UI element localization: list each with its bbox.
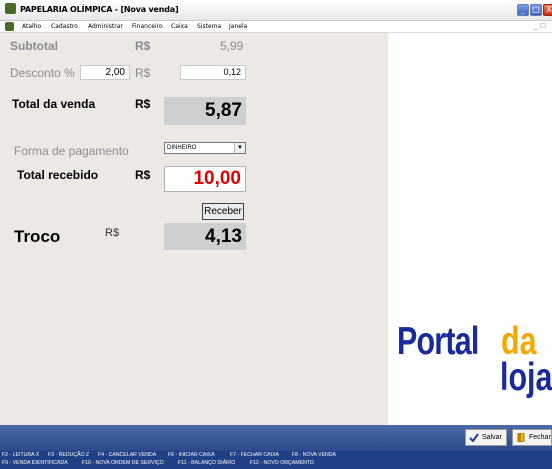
shortcut-f4: F4 - CANCELAR VENDA [98, 452, 157, 458]
bottom-toolbar: Salvar Fechar [0, 425, 552, 451]
total-currency: R$ [135, 97, 151, 111]
shortcut-f12: F12 - NOVO ORÇAMENTO [250, 460, 314, 466]
app-icon [5, 3, 16, 14]
chevron-down-icon[interactable]: ▼ [234, 143, 245, 153]
menu-financeiro[interactable]: Financeiro [132, 23, 163, 30]
shortcut-f11: F11 - BALANÇO DIÁRIO [178, 460, 236, 466]
menu-atalho[interactable]: Atalho [22, 23, 41, 30]
desconto-value-field[interactable]: 0,12 [180, 65, 246, 80]
desconto-currency: R$ [135, 66, 151, 80]
title-bar: PAPELARIA OLÍMPICA - [Nova venda] _ □ X [0, 0, 552, 21]
subtotal-value: 5,99 [220, 39, 244, 53]
minimize-button[interactable]: _ [517, 4, 529, 16]
shortcut-f10: F10 - NOVA ORDEM DE SERVIÇO [82, 460, 164, 466]
salvar-button[interactable]: Salvar [465, 429, 507, 446]
recebido-value-field[interactable]: 10,00 [164, 166, 246, 192]
sale-panel: Subtotal R$ 5,99 Desconto % 2,00 R$ 0,12… [0, 33, 388, 425]
maximize-button[interactable]: □ [530, 4, 542, 16]
forma-pagamento-label: Forma de pagamento [14, 144, 129, 158]
shortcut-f2: F2 - LEITURA X [2, 452, 40, 458]
menu-cadastro[interactable]: Cadastro [51, 23, 78, 30]
forma-pagamento-select[interactable]: DINHEIRO ▼ [164, 142, 246, 154]
recebido-label: Total recebido [17, 168, 99, 182]
fechar-label: Fechar [529, 434, 551, 441]
menu-app-icon [5, 22, 14, 31]
menu-sistema[interactable]: Sistema [197, 23, 221, 30]
fechar-button[interactable]: Fechar [512, 429, 552, 446]
forma-pagamento-value: DINHEIRO [167, 145, 197, 151]
recebido-currency: R$ [135, 168, 151, 182]
salvar-label: Salvar [482, 434, 502, 441]
desconto-label: Desconto % [10, 66, 75, 80]
subtotal-currency: R$ [135, 39, 151, 53]
subtotal-label: Subtotal [10, 39, 58, 53]
receber-button[interactable]: Receber [202, 203, 244, 220]
logo-portal-text: Portal [397, 320, 479, 363]
close-button[interactable]: X [543, 4, 552, 16]
shortcut-f7: F7 - FECHAR CAIXA [230, 452, 280, 458]
total-value: 5,87 [164, 97, 246, 125]
menu-janela[interactable]: Janela [229, 23, 247, 30]
menu-administrar[interactable]: Administrar [88, 23, 123, 30]
portal-da-loja-logo: Portal da loja [397, 320, 552, 400]
menu-bar: Atalho Cadastro Administrar Financeiro C… [0, 21, 552, 33]
shortcut-f8: F8 - NOVA VENDA [292, 452, 337, 458]
shortcut-f9: F9 - VENDA IDENTIFICADA [2, 460, 68, 466]
menu-caixa[interactable]: Caixa [171, 23, 188, 30]
shortcut-f3: F3 - REDUÇÃO Z [48, 452, 90, 458]
logo-loja-text: loja [500, 356, 552, 399]
shortcut-status-bar: F2 - LEITURA X F3 - REDUÇÃO Z F4 - CANCE… [0, 451, 552, 469]
troco-currency: R$ [105, 227, 120, 239]
troco-value: 4,13 [164, 223, 246, 250]
shortcut-f6: F6 - INICIAR CAIXA [168, 452, 215, 458]
troco-label: Troco [14, 227, 61, 246]
checkmark-icon [469, 433, 479, 442]
window-title: PAPELARIA OLÍMPICA - [Nova venda] [20, 5, 179, 14]
mdi-window-buttons[interactable]: _ ☐ [534, 22, 546, 30]
total-label: Total da venda [12, 97, 96, 111]
desconto-percent-field[interactable]: 2,00 [80, 65, 130, 80]
exit-door-icon [517, 433, 525, 442]
